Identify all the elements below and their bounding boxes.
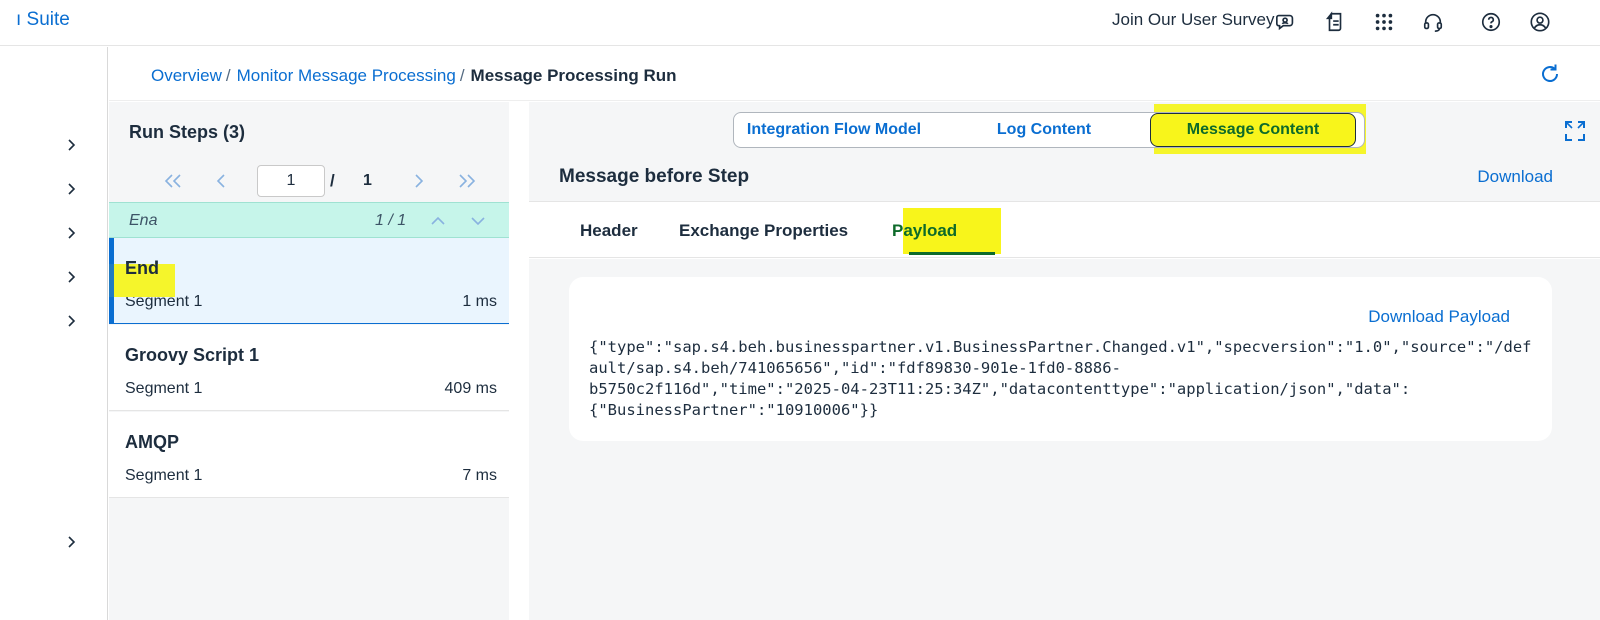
next-page-icon[interactable] bbox=[405, 168, 433, 194]
help-icon[interactable] bbox=[1478, 9, 1504, 35]
page-number-input[interactable] bbox=[257, 165, 325, 197]
tab-payload[interactable]: Payload bbox=[892, 221, 957, 241]
refresh-icon[interactable] bbox=[1538, 62, 1562, 86]
breadcrumb-monitor-message-processing[interactable]: Monitor Message Processing bbox=[237, 66, 456, 85]
shell-bar: ı Suite Join Our User Survey bbox=[0, 0, 1600, 46]
breadcrumb-bar: Overview / Monitor Message Processing / Mess… bbox=[109, 47, 1600, 101]
step-item-groovy-script[interactable]: Groovy Script 1 Segment 1 409 ms bbox=[109, 325, 509, 411]
breadcrumb-separator: / bbox=[225, 66, 231, 85]
payload-card: Download Payload {"type":"sap.s4.beh.bus… bbox=[569, 277, 1552, 441]
breadcrumb: Overview / Monitor Message Processing / Mess… bbox=[151, 66, 677, 86]
step-duration: 1 ms bbox=[462, 293, 497, 310]
view-segmented-button: Integration Flow Model Log Content Messa… bbox=[733, 112, 1365, 148]
breadcrumb-separator: / bbox=[459, 66, 465, 85]
payload-area: Download Payload {"type":"sap.s4.beh.bus… bbox=[529, 259, 1600, 620]
headset-icon[interactable] bbox=[1420, 9, 1446, 35]
step-duration: 409 ms bbox=[444, 380, 497, 397]
tab-header[interactable]: Header bbox=[580, 221, 638, 241]
step-segment: Segment 1 bbox=[125, 467, 203, 484]
step-name-highlighted: End bbox=[125, 258, 159, 278]
side-navigation bbox=[0, 47, 108, 620]
apps-grid-icon[interactable] bbox=[1371, 9, 1397, 35]
selection-indicator-overlay bbox=[109, 264, 114, 297]
tab-exchange-properties[interactable]: Exchange Properties bbox=[679, 221, 848, 241]
search-match-count: 1 / 1 bbox=[375, 212, 407, 229]
segment-integration-flow-model[interactable]: Integration Flow Model bbox=[734, 113, 934, 147]
step-segment: Segment 1 bbox=[125, 380, 203, 397]
download-payload-link[interactable]: Download Payload bbox=[1368, 307, 1510, 327]
active-tab-indicator bbox=[909, 252, 995, 255]
download-link[interactable]: Download bbox=[1477, 167, 1553, 187]
step-name: Groovy Script 1 bbox=[125, 345, 260, 365]
page-title: Message Processing Run bbox=[470, 66, 677, 85]
message-title: Message before Step bbox=[559, 166, 750, 187]
step-duration: 7 ms bbox=[462, 467, 497, 484]
app-title[interactable]: ı Suite bbox=[16, 9, 70, 31]
run-steps-panel: Run Steps (3) / 1 Ena 1 / 1 End Segment … bbox=[109, 102, 509, 620]
view-switch-bar: Integration Flow Model Log Content Messa… bbox=[529, 102, 1600, 156]
nav-expand-chevron-icon[interactable] bbox=[62, 268, 80, 286]
search-term[interactable]: Ena bbox=[129, 212, 157, 230]
page-total: 1 bbox=[363, 172, 372, 189]
first-page-icon[interactable] bbox=[159, 168, 187, 194]
nav-expand-chevron-icon[interactable] bbox=[62, 533, 80, 551]
nav-expand-chevron-icon[interactable] bbox=[62, 180, 80, 198]
nav-expand-chevron-icon[interactable] bbox=[62, 312, 80, 330]
feedback-icon[interactable] bbox=[1273, 9, 1299, 35]
search-result-row: Ena 1 / 1 bbox=[109, 202, 509, 238]
page-separator: / bbox=[330, 171, 335, 190]
message-header: Message before Step Download bbox=[529, 154, 1600, 202]
payload-text: {"type":"sap.s4.beh.businesspartner.v1.B… bbox=[589, 338, 1532, 419]
fullscreen-icon[interactable] bbox=[1564, 120, 1586, 142]
previous-match-icon[interactable] bbox=[428, 211, 448, 231]
message-tabs: Header Exchange Properties Payload bbox=[529, 202, 1600, 258]
breadcrumb-overview[interactable]: Overview bbox=[151, 66, 222, 85]
segment-log-content[interactable]: Log Content bbox=[944, 113, 1144, 147]
user-survey-link[interactable]: Join Our User Survey bbox=[1112, 10, 1275, 30]
nav-expand-chevron-icon[interactable] bbox=[62, 224, 80, 242]
notes-icon[interactable] bbox=[1322, 9, 1348, 35]
run-steps-title: Run Steps (3) bbox=[129, 122, 246, 142]
step-item-amqp[interactable]: AMQP Segment 1 7 ms bbox=[109, 412, 509, 498]
step-pager: / 1 bbox=[109, 162, 509, 200]
last-page-icon[interactable] bbox=[453, 168, 481, 194]
nav-expand-chevron-icon[interactable] bbox=[62, 136, 80, 154]
step-name: AMQP bbox=[125, 432, 179, 452]
segment-message-content[interactable]: Message Content bbox=[1150, 113, 1356, 147]
message-content-area: Integration Flow Model Log Content Messa… bbox=[529, 102, 1600, 620]
previous-page-icon[interactable] bbox=[207, 168, 235, 194]
next-match-icon[interactable] bbox=[468, 211, 488, 231]
user-icon[interactable] bbox=[1527, 9, 1553, 35]
